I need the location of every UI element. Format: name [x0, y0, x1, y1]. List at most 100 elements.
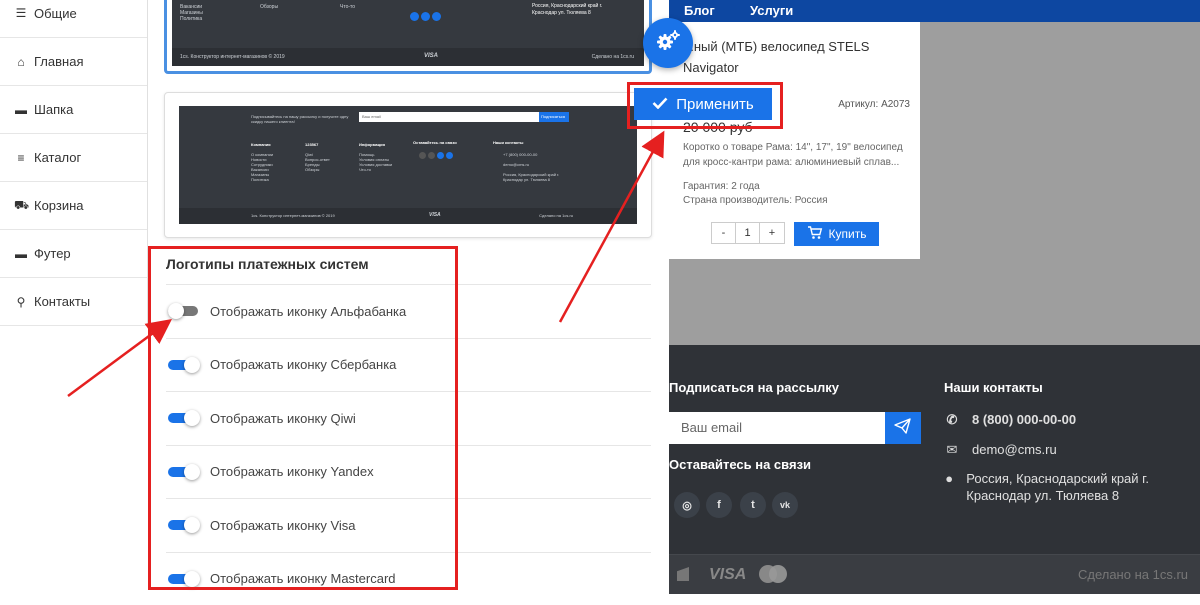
footer-variant-2-thumbnail[interactable]: Подписывайтесь на нашу рассылку и получи… [164, 92, 652, 238]
location-pin-icon: ● [944, 470, 954, 487]
settings-fab-button[interactable] [643, 18, 693, 68]
apply-label: Применить [676, 96, 754, 113]
thumb-subscribe-button: Подписаться [539, 112, 569, 122]
sidebar-item-5[interactable]: ▬ Футер [0, 230, 147, 278]
sidebar-item-1[interactable]: ⌂Главная [0, 38, 147, 86]
product-card: ...ный (МТБ) велосипед STELS Navigator А… [669, 22, 920, 259]
vk-icon[interactable]: vk [772, 492, 798, 518]
qty-increase-button[interactable]: + [760, 223, 784, 243]
address-text: Россия, Краснодарский край г. Краснодар … [966, 470, 1184, 504]
send-icon [894, 418, 912, 439]
sidebar-item-3[interactable]: ≡ Каталог [0, 134, 147, 182]
visa-logo: VISA [709, 566, 746, 584]
settings-sidebar: ☰Общие⌂Главная ▬ Шапка ≡ Каталог ⛟Корзина ▬ Фут… [0, 0, 148, 325]
cart-icon [807, 226, 823, 243]
phone-text[interactable]: 8 (800) 000-00-00 [972, 411, 1076, 428]
contact-email: ✉ demo@cms.ru [944, 441, 1057, 458]
thumb-link: Что-то [340, 4, 355, 10]
toggle-row: Отображать иконку Yandex [166, 445, 651, 499]
sidebar-item-6[interactable]: ⚲Контакты [0, 278, 147, 326]
contacts-title: Наши контакты [944, 380, 1043, 395]
facebook-icon[interactable]: f [706, 492, 732, 518]
sidebar-item-2[interactable]: ▬ Шапка [0, 86, 147, 134]
product-title[interactable]: ...ный (МТБ) велосипед STELS Navigator [683, 36, 913, 78]
toggle-switch[interactable] [168, 517, 200, 533]
buy-button[interactable]: Купить [794, 222, 879, 246]
toggle-switch[interactable] [168, 303, 200, 319]
list-icon: ≡ [14, 151, 28, 165]
thumb-address: Россия, Краснодарский край г. Краснодар … [532, 3, 622, 17]
toggle-label: Отображать иконку Сбербанка [210, 357, 396, 372]
thumb-col-title: Оставайтесь на связи [413, 140, 457, 145]
quantity-stepper: - 1 + [711, 222, 785, 244]
thumb-link: Обзоры [260, 4, 278, 10]
subscribe-title: Подписаться на рассылку [669, 380, 839, 395]
stay-in-touch-title: Оставайтесь на связи [669, 457, 811, 472]
window-header-icon: ▬ [14, 103, 28, 117]
thumb-col-title: Компания [251, 142, 271, 147]
thumb-link: Обзоры [305, 167, 330, 172]
bank-logo-icon [677, 567, 689, 581]
toggle-row: Отображать иконку Visa [166, 498, 651, 552]
qty-decrease-button[interactable]: - [712, 223, 736, 243]
nav-link-services[interactable]: Услуги [750, 3, 793, 18]
sidebar-item-label: Каталог [34, 150, 81, 165]
section-title: Логотипы платежных систем [166, 250, 651, 284]
sidebar-item-0[interactable]: ☰Общие [0, 0, 147, 38]
contact-address: ● Россия, Краснодарский край г. Краснода… [944, 470, 1184, 504]
map-icon: ⚲ [14, 295, 28, 309]
settings-panel: ВакансииМагазиныПолитика Обзоры Что-то Р… [148, 0, 669, 594]
thumb-email-input: Ваш email [359, 112, 539, 122]
toggle-row: Отображать иконку Mastercard [166, 552, 651, 605]
phone-icon: ✆ [944, 411, 960, 428]
toggle-label: Отображать иконку Qiwi [210, 411, 356, 426]
footer-variant-1-thumbnail[interactable]: ВакансииМагазиныПолитика Обзоры Что-то Р… [164, 0, 652, 74]
product-description: Коротко о товаре Рама: 14", 17", 19" вел… [683, 140, 913, 170]
toggle-label: Отображать иконку Альфабанка [210, 304, 406, 319]
qty-value[interactable]: 1 [736, 223, 760, 243]
footer-variant-2-preview: Подписывайтесь на нашу рассылку и получи… [179, 106, 637, 224]
product-country: Страна производитель: Россия [683, 194, 828, 208]
buy-label: Купить [829, 227, 867, 241]
footer-variant-1-preview: ВакансииМагазиныПолитика Обзоры Что-то Р… [172, 0, 644, 66]
thumb-made: Сделано на 1cs.ru [592, 54, 634, 60]
toggle-switch[interactable] [168, 571, 200, 587]
email-text[interactable]: demo@cms.ru [972, 441, 1057, 458]
footer-email-input[interactable]: Ваш email [669, 412, 885, 444]
sidebar-item-4[interactable]: ⛟Корзина [0, 182, 147, 230]
thumb-copyright: 1cs. Конструктор интернет-магазинов © 20… [251, 213, 335, 218]
product-price: 20 000 руб [683, 119, 753, 135]
sidebar-item-label: Футер [34, 246, 71, 261]
toggle-row: Отображать иконку Сбербанка [166, 338, 651, 392]
toggle-switch[interactable] [168, 410, 200, 426]
thumb-col-title: Наши контакты [493, 140, 523, 145]
thumb-social-icons [419, 152, 453, 159]
sidebar-item-label: Корзина [34, 198, 84, 213]
thumb-col-title: 123567 [305, 142, 318, 147]
twitter-icon[interactable]: t [740, 492, 766, 518]
apply-button[interactable]: Применить [634, 88, 772, 120]
toggle-switch[interactable] [168, 357, 200, 373]
thumb-email: demo@cms.ru [503, 162, 529, 167]
toggle-row: Отображать иконку Альфабанка [166, 284, 651, 338]
window-footer-icon: ▬ [14, 247, 28, 261]
sidebar-item-label: Шапка [34, 102, 73, 117]
product-article: Артикул: A2073 [838, 99, 910, 110]
thumb-subscribe-text: Подписывайтесь на нашу рассылку и получи… [251, 114, 361, 124]
preview-footer: Подписаться на рассылку Ваш email Остава… [669, 345, 1200, 594]
product-meta: Гарантия: 2 года Страна производитель: Р… [683, 180, 828, 208]
mastercard-logo-icon [759, 565, 787, 583]
thumb-link: Политика [180, 16, 203, 22]
gears-icon [655, 29, 681, 58]
toggle-switch[interactable] [168, 464, 200, 480]
instagram-icon[interactable]: ◎ [674, 492, 700, 518]
thumb-bottom-bar: 1cs. Конструктор интернет-магазинов © 20… [179, 208, 637, 224]
thumb-phone: +7 (800) 000-00-00 [503, 152, 537, 157]
sidebar-item-label: Общие [34, 6, 77, 21]
toggle-label: Отображать иконку Yandex [210, 464, 374, 479]
thumb-address: Россия, Краснодарский край г. Краснодар … [503, 172, 573, 182]
nav-link-blog[interactable]: Блог [684, 3, 715, 18]
thumb-col-title: Информация [359, 142, 385, 147]
send-button[interactable] [885, 412, 921, 444]
thumb-link: Что-то [359, 167, 392, 172]
